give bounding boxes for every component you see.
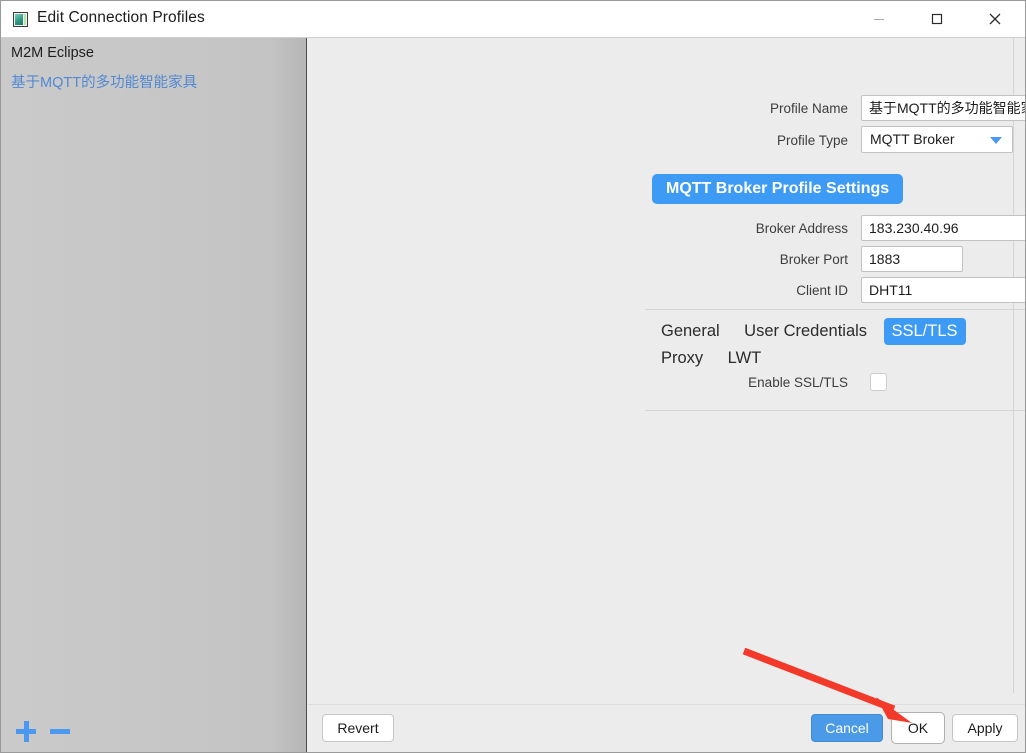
cancel-button[interactable]: Cancel xyxy=(811,714,883,742)
profile-type-value: MQTT Broker xyxy=(870,131,955,147)
tab-ssl-tls[interactable]: SSL/TLS xyxy=(883,318,966,345)
profile-editor-panel: Profile Name Profile Type MQTT Broker xyxy=(308,38,1025,752)
app-icon xyxy=(13,12,28,27)
minus-icon[interactable] xyxy=(47,719,73,745)
edit-connection-profiles-dialog: Edit Connection Profiles M2M Eclipse 基于M… xyxy=(0,0,1026,753)
divider xyxy=(308,704,1025,705)
profile-name-label: Profile Name xyxy=(769,101,848,116)
profile-name-input[interactable] xyxy=(861,95,1025,121)
tab-general[interactable]: General xyxy=(653,318,728,345)
protocol-label: Protocol xyxy=(958,375,1025,390)
profile-type-dropdown[interactable]: MQTT Broker xyxy=(861,126,1013,153)
close-icon xyxy=(989,13,1001,25)
ok-button[interactable]: OK xyxy=(891,712,945,744)
client-id-input[interactable] xyxy=(861,277,1025,303)
section-title-badge: MQTT Broker Profile Settings xyxy=(652,174,904,204)
maximize-button[interactable] xyxy=(914,1,960,37)
broker-address-label: Broker Address xyxy=(755,221,848,236)
minimize-button[interactable] xyxy=(856,1,902,37)
window-title: Edit Connection Profiles xyxy=(37,9,205,26)
plus-icon[interactable] xyxy=(13,719,39,745)
tab-user-credentials[interactable]: User Credentials xyxy=(736,318,875,345)
broker-port-input[interactable] xyxy=(861,246,963,272)
tab-proxy[interactable]: Proxy xyxy=(653,345,711,372)
profiles-sidebar[interactable]: M2M Eclipse 基于MQTT的多功能智能家具 xyxy=(1,38,307,752)
tab-lwt[interactable]: LWT xyxy=(720,345,770,372)
vertical-scrollbar[interactable] xyxy=(1013,38,1025,693)
maximize-icon xyxy=(931,13,943,25)
broker-address-input[interactable] xyxy=(861,215,1025,241)
enable-ssl-label: Enable SSL/TLS xyxy=(748,375,848,390)
client-id-label: Client ID xyxy=(796,283,848,298)
broker-port-label: Broker Port xyxy=(779,252,848,267)
revert-button[interactable]: Revert xyxy=(322,714,394,742)
apply-button[interactable]: Apply xyxy=(952,714,1018,742)
divider xyxy=(645,309,1025,310)
enable-ssl-checkbox[interactable] xyxy=(870,373,887,391)
divider xyxy=(645,410,1025,411)
profile-type-label: Profile Type xyxy=(776,133,848,148)
chevron-down-icon xyxy=(990,137,1002,144)
minimize-icon xyxy=(874,19,884,20)
sidebar-toolbar xyxy=(13,719,83,745)
sidebar-item-mqtt-smart-home[interactable]: 基于MQTT的多功能智能家具 xyxy=(11,71,197,92)
sidebar-item-m2m-eclipse[interactable]: M2M Eclipse xyxy=(11,45,94,61)
title-bar: Edit Connection Profiles xyxy=(1,1,1025,38)
close-button[interactable] xyxy=(972,1,1018,37)
settings-tabs: General User Credentials SSL/TLS Proxy L… xyxy=(653,318,1025,367)
